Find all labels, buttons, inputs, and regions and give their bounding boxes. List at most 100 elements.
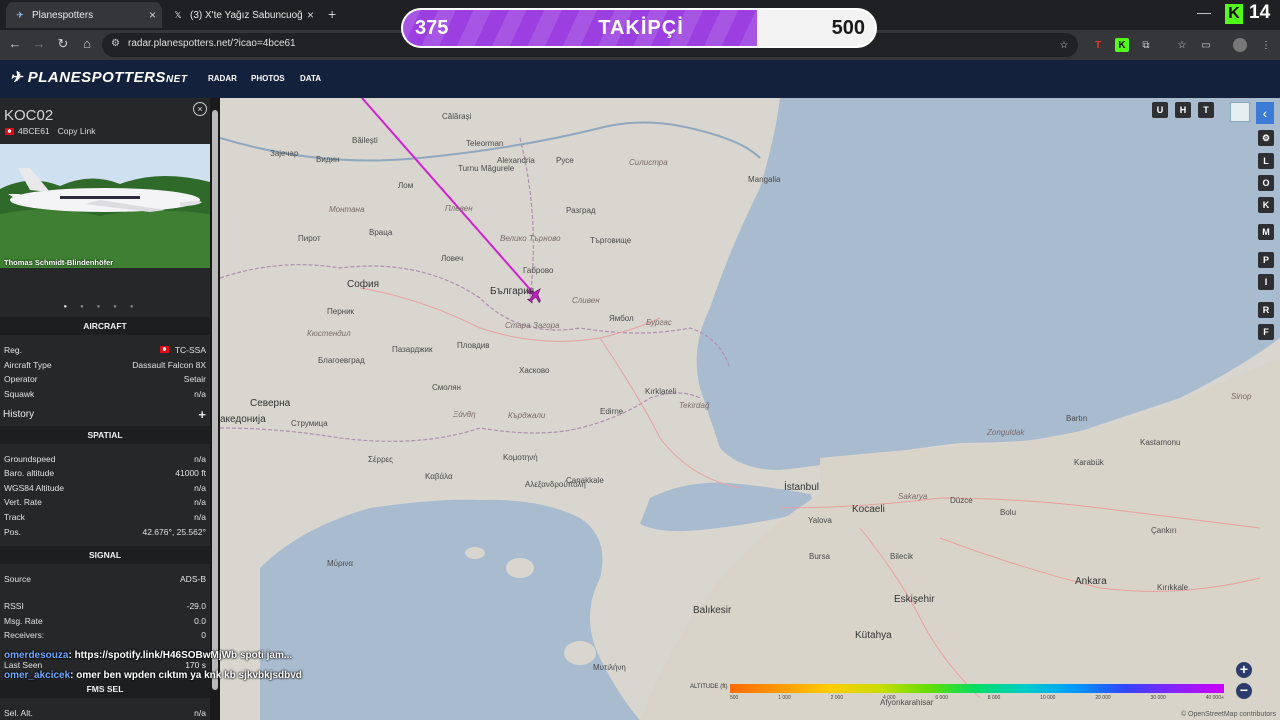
vert-rate-row: Vert. Rate n/a — [4, 497, 206, 507]
radar-map[interactable]: Călărași Alexandria Русе Силистра Teleor… — [220, 98, 1280, 720]
map-label: Καβάλα — [425, 472, 453, 481]
map-label: Благоевград — [318, 356, 365, 365]
map-button-f[interactable]: F — [1258, 324, 1274, 340]
map-label: Лом — [398, 181, 414, 190]
zoom-out-icon[interactable]: − — [1236, 683, 1252, 699]
extension-red-icon[interactable]: T — [1091, 38, 1105, 52]
map-button-r[interactable]: R — [1258, 302, 1274, 318]
nav-photos[interactable]: PHOTOS — [251, 74, 285, 83]
close-tab-icon[interactable]: × — [307, 8, 314, 22]
map-label: Kocaeli — [852, 504, 885, 515]
aircraft-section-title: AIRCRAFT — [0, 317, 210, 335]
source-value: ADS-B — [180, 574, 206, 584]
map-layers-icon[interactable] — [1230, 102, 1250, 122]
map-button-u[interactable]: U — [1152, 102, 1168, 118]
map-label: Kütahya — [855, 630, 892, 641]
altitude-legend-label: ALTITUDE (ft) — [690, 684, 728, 690]
rssi-label: RSSI — [4, 601, 24, 611]
site-info-icon[interactable]: ⚙ — [111, 38, 120, 49]
gs-value: n/a — [194, 454, 206, 464]
map-button-l[interactable]: L — [1258, 153, 1274, 169]
baro-altitude-row: Baro. altitude 41000 ft — [4, 468, 206, 478]
home-icon[interactable]: ⌂ — [78, 36, 96, 51]
chat-username: omer_akcicek — [4, 670, 71, 681]
nav-data[interactable]: DATA — [300, 74, 321, 83]
fms-section-title: FMS SEL — [0, 680, 210, 698]
last-seen-row: Last Seen 170 s — [4, 660, 206, 670]
tab-x-post[interactable]: 𝕏 (3) X'te Yağız Sabuncuoğlu: "O... × — [164, 2, 320, 28]
selalt-value: n/a — [194, 708, 206, 718]
forward-arrow-icon[interactable]: → — [30, 36, 48, 51]
close-tab-icon[interactable]: × — [149, 8, 156, 22]
map-button-o[interactable]: O — [1258, 175, 1274, 191]
map-button-i[interactable]: I — [1258, 274, 1274, 290]
wgs-label: WGS84 Altitude — [4, 483, 65, 493]
source-label: Source — [4, 574, 31, 584]
type-value: Dassault Falcon 8X — [132, 360, 206, 370]
photo-carousel-dots[interactable]: ●●●●● — [0, 304, 210, 310]
map-label: Turnu Măgurele — [458, 164, 515, 173]
panel-scrollbar-thumb[interactable] — [212, 110, 218, 690]
map-label: Враца — [369, 228, 393, 237]
chat-username: omerdesouza — [4, 650, 69, 661]
map-button-p[interactable]: P — [1258, 252, 1274, 268]
reload-icon[interactable]: ↻ — [54, 36, 72, 52]
map-button-m[interactable]: M — [1258, 224, 1274, 240]
map-button-k[interactable]: K — [1258, 197, 1274, 213]
map-label: Монтана — [329, 205, 365, 214]
profile-avatar[interactable] — [1233, 38, 1247, 52]
tab-planespotters[interactable]: ✈ Planespotters × — [6, 2, 162, 28]
lastseen-value: 170 s — [185, 660, 206, 670]
menu-kebab-icon[interactable]: ⋮ — [1259, 38, 1273, 52]
squawk-row: Squawk n/a — [4, 389, 206, 399]
zoom-in-icon[interactable]: + — [1236, 662, 1252, 678]
map-attribution[interactable]: © OpenStreetMap contributors — [1181, 711, 1276, 718]
minimize-window-icon[interactable]: — — [1197, 4, 1211, 20]
aircraft-photo[interactable] — [0, 144, 210, 268]
recv-value: 0 — [201, 630, 206, 640]
map-label: Σέρρες — [368, 455, 394, 464]
signal-section-title: SIGNAL — [0, 546, 210, 564]
extensions-puzzle-icon[interactable]: ⧉ — [1139, 38, 1153, 52]
position-row: Pos. 42.676°, 25.562° — [4, 527, 206, 537]
reg-label: Reg. — [4, 345, 22, 355]
altitude-tick: 20 000 — [1095, 695, 1111, 701]
map-label: акедонија — [220, 414, 266, 425]
copy-link[interactable]: Copy Link — [58, 126, 96, 136]
kick-viewer-count: 14 — [1249, 2, 1271, 23]
map-label: Плевен — [445, 204, 473, 213]
follower-goal-count: 500 — [831, 17, 865, 39]
favorites-icon[interactable]: ☆ — [1175, 38, 1189, 52]
squawk-value: n/a — [194, 389, 206, 399]
nav-radar[interactable]: RADAR — [208, 74, 237, 83]
bookmark-star-icon[interactable]: ☆ — [1057, 38, 1071, 52]
rssi-value: -29.0 — [186, 601, 206, 611]
back-arrow-icon[interactable]: ← — [6, 36, 24, 51]
altitude-tick: 8 000 — [987, 695, 1001, 701]
map-label: Ловеч — [441, 254, 464, 263]
altitude-tick: 30 000 — [1150, 695, 1166, 701]
reg-value[interactable]: TC-SSA — [175, 345, 206, 355]
vrate-label: Vert. Rate — [4, 497, 42, 507]
history-toggle[interactable]: History + — [3, 407, 208, 422]
selalt-label: Sel. Alt. — [4, 708, 33, 718]
map-label: Велико Търново — [500, 234, 561, 243]
sidebar-toggle-icon[interactable]: ▭ — [1199, 38, 1213, 52]
map-button-t[interactable]: T — [1198, 102, 1214, 118]
kick-extension-icon[interactable]: K — [1115, 38, 1129, 52]
collapse-sidebar-chevron-icon[interactable]: ‹ — [1256, 102, 1274, 124]
spatial-section-title: SPATIAL — [0, 426, 210, 444]
map-label: Teleorman — [466, 139, 504, 148]
planespotters-logo[interactable]: ✈ PLANESPOTTERSNET — [10, 68, 187, 86]
expand-plus-icon[interactable]: + — [198, 407, 206, 422]
history-label: History — [3, 409, 35, 420]
settings-gear-icon[interactable]: ⚙ — [1258, 130, 1274, 146]
sel-alt-row: Sel. Alt. n/a — [4, 708, 206, 718]
close-panel-icon[interactable]: × — [193, 102, 207, 116]
map-label: Ямбол — [609, 314, 634, 323]
map-label: Bolu — [1000, 508, 1017, 517]
new-tab-icon[interactable]: + — [328, 6, 336, 22]
map-button-h[interactable]: H — [1175, 102, 1191, 118]
flight-track-line — [361, 98, 536, 296]
operator-value: Setair — [183, 374, 206, 384]
